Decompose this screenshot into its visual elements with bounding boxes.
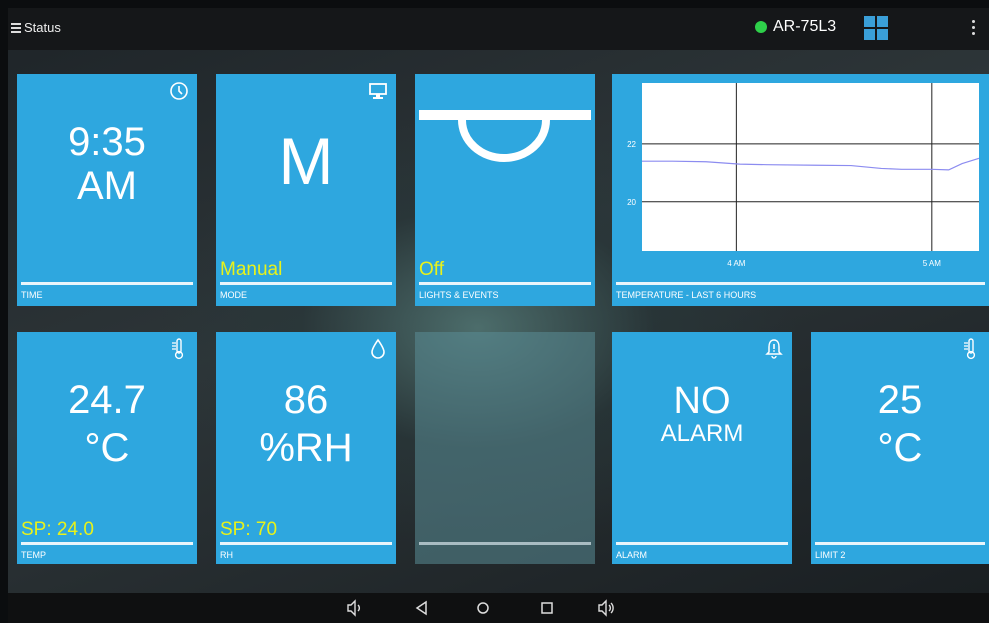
page-title: Status xyxy=(24,20,61,35)
device-selector[interactable]: AR-75L3 xyxy=(755,18,836,36)
thermometer-icon xyxy=(172,338,184,360)
connection-status-icon xyxy=(755,21,767,33)
tile-label: RH xyxy=(220,550,233,560)
tile-mode[interactable]: M Manual MODE xyxy=(216,74,396,306)
rh-value: 86 xyxy=(283,378,329,422)
rh-unit: %RH xyxy=(259,426,353,470)
tile-divider xyxy=(616,542,788,545)
monitor-icon xyxy=(369,83,387,99)
tile-label: TIME xyxy=(21,290,43,300)
menu-button[interactable]: Status xyxy=(11,20,61,35)
tile-label: LIGHTS & EVENTS xyxy=(419,290,499,300)
recents-icon[interactable] xyxy=(538,599,556,617)
tile-temp[interactable]: 24.7 °C SP: 24.0 TEMP xyxy=(17,332,197,564)
tile-divider xyxy=(21,282,193,285)
temp-setpoint: SP: 24.0 xyxy=(21,519,94,540)
y-tick-label: 20 xyxy=(627,198,636,207)
tile-divider xyxy=(616,282,985,285)
lights-status: Off xyxy=(419,259,444,280)
temp-value: 24.7 xyxy=(68,378,146,422)
limit-2-value: 25 xyxy=(877,378,923,422)
volume-up-icon[interactable] xyxy=(598,599,616,617)
tile-lights-events[interactable]: Off LIGHTS & EVENTS xyxy=(415,74,595,306)
tile-label: ALARM xyxy=(616,550,648,560)
thermometer-icon xyxy=(964,338,976,360)
tile-label: TEMP xyxy=(21,550,47,560)
tile-time[interactable]: 9:35 AM TIME xyxy=(17,74,197,306)
dashboard-grid-icon[interactable] xyxy=(864,16,888,40)
tile-divider xyxy=(21,542,193,545)
tile-rh[interactable]: 86 %RH SP: 70 RH xyxy=(216,332,396,564)
tile-divider xyxy=(815,542,985,545)
tile-divider xyxy=(419,542,591,545)
alarm-bell-icon xyxy=(765,339,783,359)
tile-label: TEMPERATURE - LAST 6 HOURS xyxy=(616,290,757,300)
tile-temperature-chart[interactable]: 20 22 4 AM 5 AM TEMPERATURE - LAST 6 HOURS xyxy=(612,74,989,306)
overflow-menu-icon[interactable] xyxy=(970,20,976,40)
tile-limit-2[interactable]: 25 °C LIMIT 2 xyxy=(811,332,989,564)
top-app-bar: Status AR-75L3 xyxy=(8,8,989,50)
clock-icon xyxy=(170,82,188,100)
tile-divider xyxy=(220,542,392,545)
x-tick-label: 4 AM xyxy=(727,259,746,268)
time-ampm: AM xyxy=(77,164,137,208)
tile-label: LIMIT 2 xyxy=(815,550,846,560)
volume-down-icon[interactable] xyxy=(346,599,364,617)
time-value: 9:35 xyxy=(68,120,146,164)
limit-2-unit: °C xyxy=(877,426,923,470)
back-icon[interactable] xyxy=(413,599,431,617)
device-name: AR-75L3 xyxy=(773,18,837,35)
tile-divider xyxy=(419,282,591,285)
hamburger-icon xyxy=(11,23,21,33)
mode-value: M xyxy=(278,124,334,198)
screen: Status AR-75L3 9:35 AM TIME M Manual MOD… xyxy=(8,8,989,593)
tile-empty[interactable] xyxy=(415,332,595,564)
alarm-value: NO xyxy=(673,380,731,422)
chart-plot-area xyxy=(642,83,979,251)
temp-unit: °C xyxy=(84,426,130,470)
alarm-value-sub: ALARM xyxy=(660,420,744,447)
tile-label: MODE xyxy=(220,290,247,300)
home-icon[interactable] xyxy=(474,599,492,617)
droplet-icon xyxy=(371,338,385,359)
light-fixture-icon xyxy=(419,110,591,162)
y-tick-label: 22 xyxy=(627,140,636,149)
temperature-chart: 20 22 4 AM 5 AM xyxy=(627,83,980,268)
tile-alarm[interactable]: NO ALARM ALARM xyxy=(612,332,792,564)
tile-divider xyxy=(220,282,392,285)
system-nav-bar xyxy=(8,593,989,623)
rh-setpoint: SP: 70 xyxy=(220,519,278,540)
x-tick-label: 5 AM xyxy=(923,259,942,268)
mode-name: Manual xyxy=(220,259,283,280)
